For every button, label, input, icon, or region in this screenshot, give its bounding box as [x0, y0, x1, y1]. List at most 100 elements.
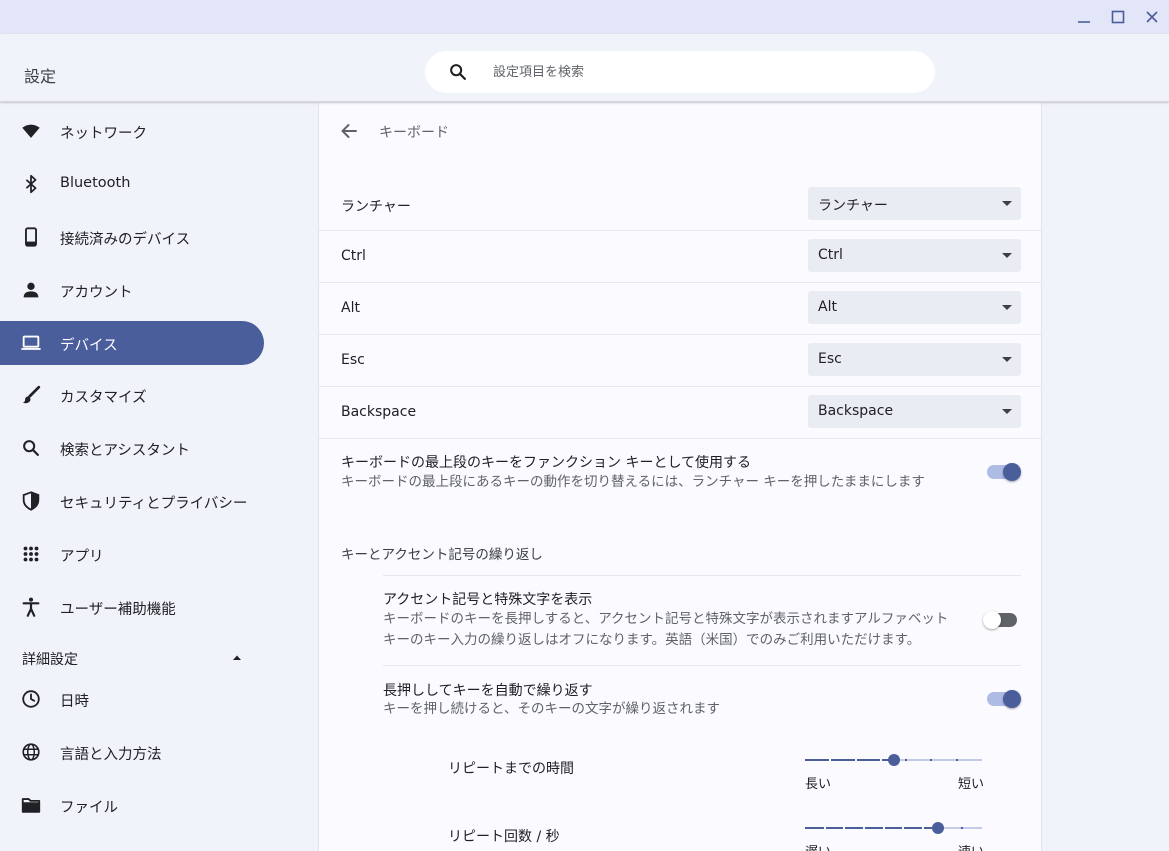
sidebar-item-label: 日時 [60, 694, 89, 710]
back-arrow-icon[interactable] [337, 119, 361, 143]
auto-repeat-title: 長押ししてキーを自動で繰り返す [383, 683, 593, 699]
app-title: 設定 [24, 67, 57, 86]
window-titlebar [0, 0, 1169, 34]
backspace-key-select[interactable]: Backspace [808, 395, 1021, 428]
shield-icon [22, 491, 40, 511]
sidebar-item-personalization[interactable]: カスタマイズ [0, 373, 264, 417]
folder-icon [21, 798, 41, 813]
search-input[interactable] [493, 61, 893, 83]
search-icon [450, 64, 466, 80]
phone-icon [25, 227, 37, 247]
dropdown-caret-icon [1002, 201, 1012, 206]
sidebar-item-device[interactable]: デバイス [0, 321, 264, 365]
select-value: Alt [818, 299, 837, 315]
sidebar-item-search-assistant[interactable]: 検索とアシスタント [0, 426, 264, 470]
sidebar-item-bluetooth[interactable]: Bluetooth [0, 162, 264, 206]
remap-row-ctrl: Ctrl Ctrl [319, 231, 1041, 283]
slider-thumb[interactable] [931, 822, 944, 834]
minimize-icon[interactable] [1073, 6, 1095, 28]
sidebar-item-label: アカウント [60, 285, 133, 301]
sidebar-item-label: 言語と入力方法 [60, 747, 162, 763]
repeat-section-heading: キーとアクセント記号の繰り返し [341, 547, 543, 563]
function-keys-description: キーボードの最上段にあるキーの動作を切り替えるには、ランチャー キーを押したまま… [341, 474, 925, 490]
sidebar-item-label: 接続済みのデバイス [60, 232, 191, 248]
repeat-delay-min-label: 長い [805, 777, 832, 792]
select-value: Backspace [818, 403, 894, 419]
sidebar-item-label: カスタマイズ [60, 390, 147, 406]
ctrl-key-select[interactable]: Ctrl [808, 239, 1021, 272]
maximize-icon[interactable] [1107, 6, 1129, 28]
remap-label: ランチャー [341, 199, 411, 215]
triangle-up-icon [233, 655, 241, 660]
select-value: Ctrl [818, 247, 843, 263]
sidebar-item-languages[interactable]: 言語と入力方法 [0, 730, 264, 774]
select-value: ランチャー [818, 198, 888, 214]
remap-label: Esc [341, 352, 365, 368]
sidebar-item-network[interactable]: ネットワーク [0, 109, 264, 153]
slider-thumb[interactable] [887, 754, 900, 766]
sidebar-item-label: アプリ [60, 549, 104, 565]
dropdown-caret-icon [1002, 305, 1012, 310]
accent-marks-toggle[interactable] [983, 610, 1019, 630]
sidebar-item-label: ファイル [60, 800, 118, 816]
accessibility-icon [22, 597, 40, 617]
sidebar-item-date-time[interactable]: 日時 [0, 677, 264, 721]
alt-key-select[interactable]: Alt [808, 291, 1021, 324]
globe-icon [22, 743, 40, 761]
accent-marks-description-line2: キーのキー入力の繰り返しはオフになります。英語（米国）でのみご利用いただけます。 [383, 632, 921, 648]
auto-repeat-description: キーを押し続けると、そのキーの文字が繰り返されます [383, 701, 720, 717]
page-title: キーボード [379, 125, 449, 141]
dropdown-caret-icon [1002, 357, 1012, 362]
sidebar-item-security-privacy[interactable]: セキュリティとプライバシー [0, 479, 264, 523]
bluetooth-icon [25, 174, 37, 194]
accent-marks-title: アクセント記号と特殊文字を表示 [383, 592, 593, 608]
wifi-icon [22, 124, 40, 138]
remap-label: Backspace [341, 404, 417, 420]
advanced-settings-label: 詳細設定 [22, 652, 78, 668]
close-icon[interactable] [1141, 6, 1163, 28]
repeat-delay-slider[interactable] [805, 750, 982, 770]
sidebar-item-label: 検索とアシスタント [60, 443, 190, 459]
repeat-rate-label: リピート回数 / 秒 [448, 829, 560, 845]
search-box[interactable] [425, 51, 935, 93]
sidebar-item-label: デバイス [60, 338, 118, 354]
repeat-rate-slider[interactable] [805, 818, 982, 838]
remap-label: Alt [341, 300, 360, 316]
clock-icon [22, 690, 40, 708]
repeat-rate-max-label: 速い [958, 841, 984, 851]
advanced-settings-toggle[interactable]: 詳細設定 [0, 639, 264, 675]
remap-label: Ctrl [341, 248, 366, 264]
sidebar-item-label: セキュリティとプライバシー [60, 496, 248, 512]
sidebar-item-label: Bluetooth [60, 175, 131, 191]
accent-marks-description-line1: キーボードのキーを長押しすると、アクセント記号と特殊文字が表示されますアルファベ… [383, 611, 949, 627]
sidebar-item-accounts[interactable]: アカウント [0, 268, 264, 312]
sidebar: ネットワーク Bluetooth 接続済みのデバイス アカウント デバイス カス… [0, 103, 318, 851]
divider [383, 665, 1021, 666]
laptop-icon [21, 335, 41, 350]
app-header: 設定 [0, 34, 1169, 102]
repeat-delay-label: リピートまでの時間 [448, 761, 574, 777]
auto-repeat-toggle[interactable] [985, 689, 1021, 709]
sidebar-item-label: ネットワーク [60, 126, 147, 142]
dropdown-caret-icon [1002, 409, 1012, 414]
repeat-delay-max-label: 短い [958, 777, 985, 792]
brush-icon [22, 385, 41, 404]
sidebar-item-connected-devices[interactable]: 接続済みのデバイス [0, 215, 264, 259]
apps-grid-icon [23, 546, 39, 562]
person-icon [23, 282, 39, 298]
remap-row-backspace: Backspace Backspace [319, 387, 1041, 439]
esc-key-select[interactable]: Esc [808, 343, 1021, 376]
remap-row-launcher: ランチャー ランチャー [319, 179, 1041, 231]
keyboard-settings-page: キーボード ランチャー ランチャー Ctrl Ctrl Alt Alt Esc … [318, 103, 1042, 851]
repeat-rate-min-label: 遅い [805, 841, 831, 851]
function-keys-toggle[interactable] [985, 462, 1021, 482]
launcher-key-select[interactable]: ランチャー [808, 187, 1021, 220]
sidebar-item-apps[interactable]: アプリ [0, 532, 264, 576]
sidebar-item-files[interactable]: ファイル [0, 783, 264, 827]
remap-row-alt: Alt Alt [319, 283, 1041, 335]
sidebar-item-accessibility[interactable]: ユーザー補助機能 [0, 585, 264, 629]
sidebar-item-label: ユーザー補助機能 [60, 602, 176, 618]
dropdown-caret-icon [1002, 253, 1012, 258]
function-keys-title: キーボードの最上段のキーをファンクション キーとして使用する [341, 455, 752, 471]
divider [383, 575, 1021, 576]
